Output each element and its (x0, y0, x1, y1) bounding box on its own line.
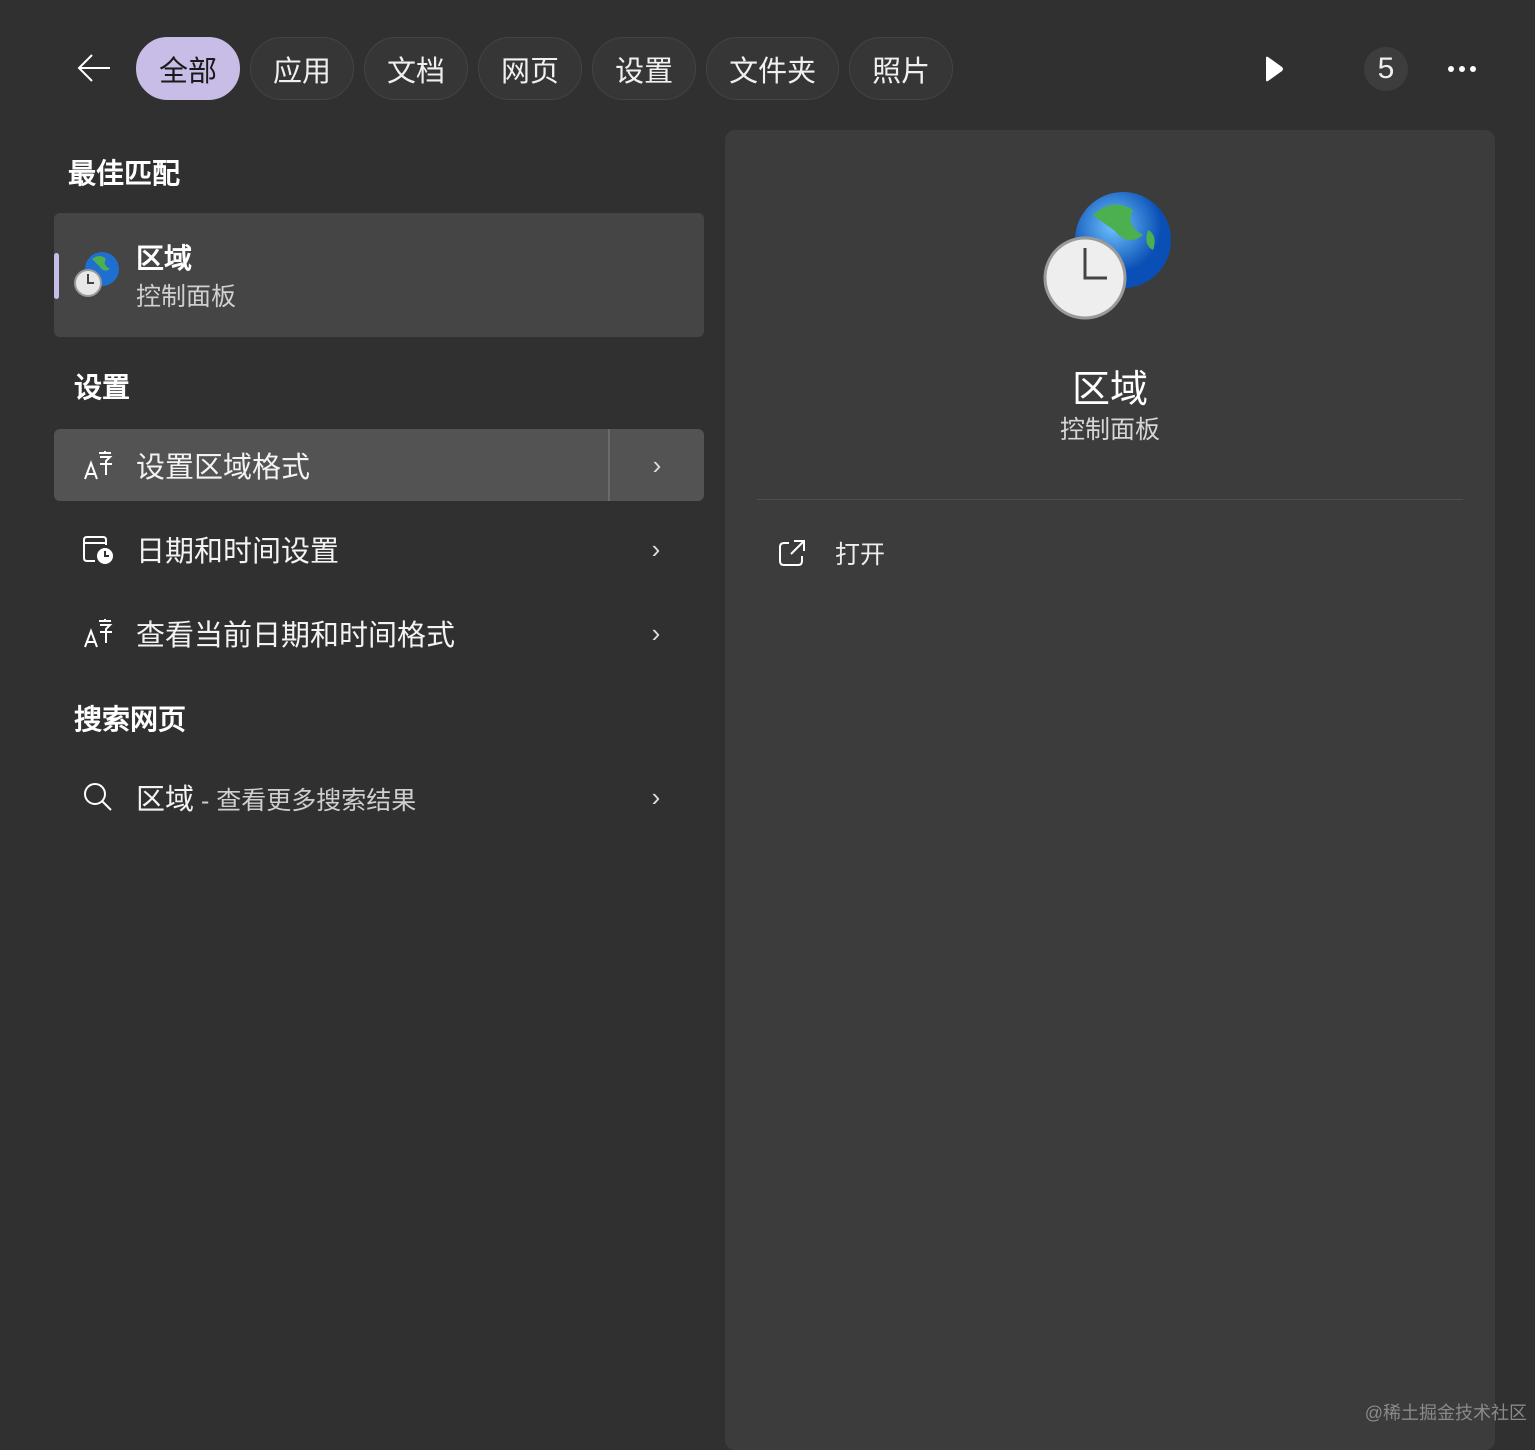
language-icon (84, 619, 113, 648)
settings-item-region-format[interactable]: 设置区域格式 › (54, 429, 704, 501)
back-button[interactable] (72, 48, 116, 88)
web-search-heading: 搜索网页 (74, 704, 187, 735)
tab-photos[interactable]: 照片 (849, 37, 954, 100)
dot (1448, 66, 1454, 72)
tab-settings[interactable]: 设置 (592, 37, 697, 100)
tab-apps[interactable]: 应用 (250, 37, 355, 100)
divider (757, 499, 1463, 500)
result-count-badge: 5 (1364, 47, 1408, 91)
search-icon (84, 783, 112, 811)
settings-heading: 设置 (74, 372, 131, 403)
open-label: 打开 (835, 541, 886, 569)
settings-item-label: 日期和时间设置 (136, 536, 340, 568)
filter-tabs: 全部 应用 文档 网页 设置 文件夹 照片 (136, 37, 954, 100)
region-globe-clock-icon (74, 252, 119, 297)
region-globe-clock-large-icon (1043, 192, 1171, 320)
web-search-suffix: - 查看更多搜索结果 (194, 787, 417, 815)
web-search-query: 区域 (136, 784, 195, 816)
preview-panel: 区域 控制面板 打开 (725, 130, 1495, 1450)
dot (1470, 66, 1476, 72)
chevron-right-icon[interactable]: › (608, 597, 704, 669)
best-match-subtitle: 控制面板 (136, 283, 237, 311)
open-external-icon (779, 540, 805, 566)
arrow-left-icon (77, 54, 110, 82)
best-match-heading: 最佳匹配 (68, 158, 181, 189)
preview-subtitle: 控制面板 (1059, 416, 1160, 444)
tab-documents[interactable]: 文档 (364, 37, 469, 100)
web-search-item[interactable]: 区域 - 查看更多搜索结果 › (54, 761, 704, 833)
tab-all[interactable]: 全部 (136, 37, 241, 100)
watermark: @稀土掘金技术社区 (1364, 1403, 1527, 1423)
best-match-item[interactable]: 区域 控制面板 (54, 213, 704, 337)
best-match-title: 区域 (136, 243, 193, 274)
settings-item-date-time[interactable]: 日期和时间设置 › (54, 513, 704, 585)
settings-item-label: 设置区域格式 (136, 452, 311, 484)
chevron-right-icon[interactable]: › (608, 429, 704, 501)
settings-item-view-date-time-format[interactable]: 查看当前日期和时间格式 › (54, 597, 704, 669)
open-action[interactable]: 打开 (777, 535, 885, 571)
more-options-button[interactable] (1440, 55, 1484, 83)
chevron-right-icon[interactable]: › (608, 761, 704, 833)
calendar-clock-icon (83, 536, 113, 564)
play-icon (1266, 56, 1283, 82)
chevron-right-icon[interactable]: › (608, 513, 704, 585)
language-icon (84, 451, 113, 480)
selection-indicator (54, 253, 59, 299)
preview-title: 区域 (1071, 369, 1148, 411)
dot (1459, 66, 1465, 72)
play-button[interactable] (1258, 52, 1290, 86)
tab-web[interactable]: 网页 (478, 37, 583, 100)
tab-folders[interactable]: 文件夹 (706, 37, 840, 100)
settings-item-label: 查看当前日期和时间格式 (136, 620, 456, 652)
